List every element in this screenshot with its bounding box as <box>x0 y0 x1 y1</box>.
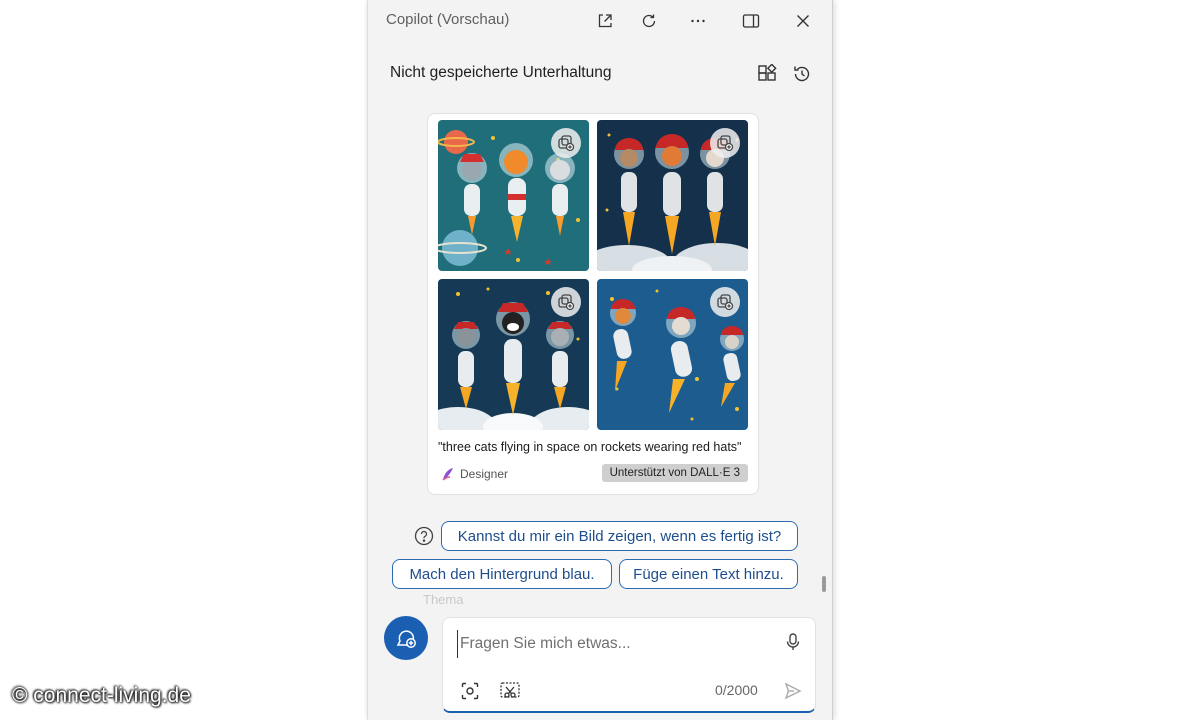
plugins-button[interactable] <box>755 62 779 86</box>
question-help-icon[interactable] <box>413 525 435 547</box>
image-prompt-caption: "three cats flying in space on rockets w… <box>438 440 742 454</box>
powered-by-badge: Unterstützt von DALL·E 3 <box>601 464 748 482</box>
microphone-icon <box>786 633 800 650</box>
send-button[interactable] <box>781 679 805 703</box>
chat-input-box: 0/2000 <box>442 617 816 713</box>
snip-icon <box>500 682 520 698</box>
add-collection-icon <box>717 294 734 311</box>
new-topic-button[interactable] <box>384 616 428 660</box>
generated-image-4[interactable] <box>597 279 748 430</box>
chat-input[interactable] <box>457 630 762 658</box>
screenshot-button[interactable] <box>498 679 522 703</box>
voice-input-button[interactable] <box>781 630 805 654</box>
image-result-card: "three cats flying in space on rockets w… <box>427 113 759 495</box>
more-icon <box>691 19 705 23</box>
designer-logo-icon <box>442 468 453 481</box>
close-icon <box>797 15 809 27</box>
open-in-new-icon <box>598 14 612 28</box>
add-collection-icon <box>558 294 575 311</box>
generated-image-1[interactable] <box>438 120 589 271</box>
save-image-button[interactable] <box>551 128 581 158</box>
refresh-icon <box>642 14 656 28</box>
faded-text: Thema <box>423 592 464 607</box>
conversation-title: Nicht gespeicherte Unterhaltung <box>390 64 612 81</box>
toggle-sidepanel-button[interactable] <box>739 9 763 33</box>
new-chat-icon <box>396 630 416 648</box>
open-in-new-button[interactable] <box>593 9 617 33</box>
add-collection-icon <box>717 135 734 152</box>
close-button[interactable] <box>791 9 815 33</box>
generated-image-3[interactable] <box>438 279 589 430</box>
save-image-button[interactable] <box>551 287 581 317</box>
watermark: © connect-living.de <box>12 684 191 707</box>
save-image-button[interactable] <box>710 128 740 158</box>
suggestion-chip-1[interactable]: Kannst du mir ein Bild zeigen, wenn es f… <box>441 521 798 551</box>
save-image-button[interactable] <box>710 287 740 317</box>
designer-label: Designer <box>460 467 509 481</box>
app-title: Copilot (Vorschau) <box>386 11 510 28</box>
refresh-button[interactable] <box>637 9 661 33</box>
history-icon <box>794 66 810 82</box>
designer-link[interactable]: Designer <box>440 466 508 482</box>
plugins-icon <box>758 64 777 81</box>
suggestion-chip-3[interactable]: Füge einen Text hinzu. <box>619 559 798 589</box>
history-button[interactable] <box>790 62 814 86</box>
title-bar: Copilot (Vorschau) <box>368 0 832 42</box>
generated-image-2[interactable] <box>597 120 748 271</box>
character-counter: 0/2000 <box>715 682 758 698</box>
visual-search-button[interactable] <box>458 679 482 703</box>
add-collection-icon <box>558 135 575 152</box>
copilot-sidebar: Copilot (Vorschau) Nicht gespeicherte Un… <box>367 0 833 720</box>
send-icon <box>784 682 802 700</box>
scrollbar-thumb[interactable] <box>822 576 826 592</box>
more-options-button[interactable] <box>686 9 710 33</box>
sidepanel-icon <box>742 14 760 28</box>
suggestion-chip-2[interactable]: Mach den Hintergrund blau. <box>392 559 612 589</box>
camera-scan-icon <box>461 682 479 700</box>
